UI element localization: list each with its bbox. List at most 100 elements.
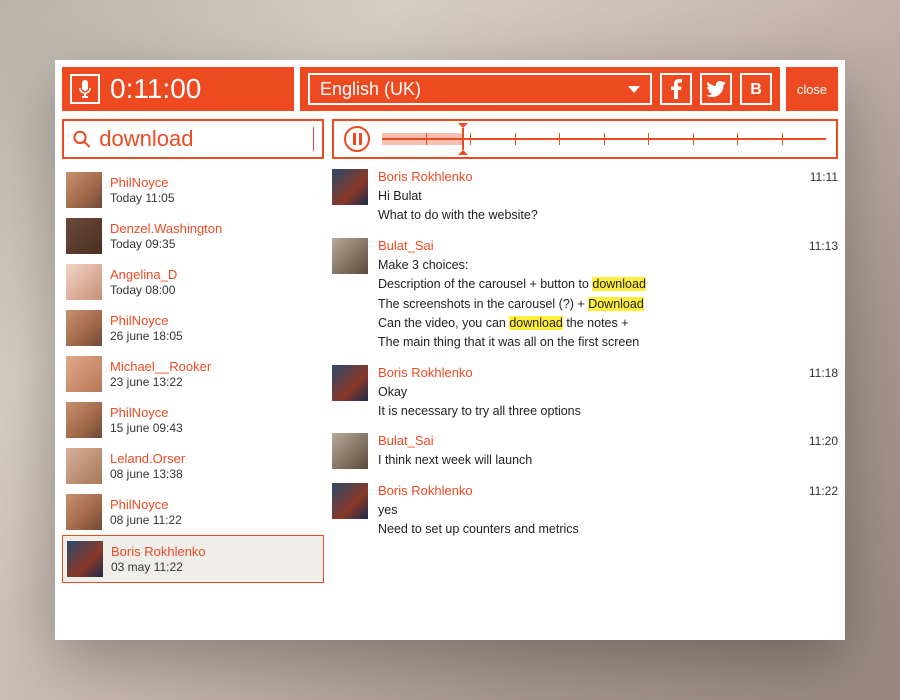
contact-name: PhilNoyce — [110, 497, 182, 513]
svg-text:B: B — [750, 81, 762, 98]
body: PhilNoyceToday 11:05Denzel.WashingtonTod… — [62, 119, 838, 633]
message: Boris Rokhlenko 11:22 yesNeed to set up co… — [332, 483, 838, 540]
message-text: OkayIt is necessary to try all three opt… — [378, 383, 838, 422]
message-text: yesNeed to set up counters and metrics — [378, 501, 838, 540]
contact-name: Boris Rokhlenko — [111, 544, 206, 560]
message-body: Boris Rokhlenko 11:22 yesNeed to set up co… — [378, 483, 838, 540]
contact-info: PhilNoyceToday 11:05 — [110, 175, 175, 205]
contact-item[interactable]: Leland.Orser08 june 13:38 — [62, 443, 324, 489]
message-author: Boris Rokhlenko — [378, 365, 473, 380]
contact-info: PhilNoyce26 june 18:05 — [110, 313, 183, 343]
progress-track[interactable] — [382, 131, 826, 147]
avatar — [66, 494, 102, 530]
contact-time: Today 11:05 — [110, 191, 175, 205]
contact-time: Today 09:35 — [110, 237, 222, 251]
header: 0:11:00 English (UK) B close — [62, 67, 838, 111]
contact-info: Denzel.WashingtonToday 09:35 — [110, 221, 222, 251]
avatar — [66, 402, 102, 438]
message-author: Boris Rokhlenko — [378, 483, 473, 498]
contact-item[interactable]: Boris Rokhlenko03 may 11:22 — [62, 535, 324, 583]
contact-name: Michael__Rooker — [110, 359, 211, 375]
close-button[interactable]: close — [786, 67, 838, 111]
audio-player — [332, 119, 838, 159]
message-header: Boris Rokhlenko 11:22 — [378, 483, 838, 498]
message-body: Boris Rokhlenko11:11 Hi BulatWhat to do w… — [378, 169, 838, 226]
message-author: Bulat_Sai — [378, 433, 434, 448]
contact-info: Angelina_DToday 08:00 — [110, 267, 177, 297]
search-input[interactable] — [99, 126, 311, 152]
contact-name: Leland.Orser — [110, 451, 185, 467]
contact-item[interactable]: PhilNoyce15 june 09:43 — [62, 397, 324, 443]
avatar — [67, 541, 103, 577]
avatar — [66, 172, 102, 208]
pause-icon — [353, 133, 362, 145]
app-window: 0:11:00 English (UK) B close — [55, 60, 845, 640]
chevron-down-icon — [628, 86, 640, 93]
contact-info: PhilNoyce08 june 11:22 — [110, 497, 182, 527]
language-social-block: English (UK) B — [300, 67, 780, 111]
language-select[interactable]: English (UK) — [308, 73, 652, 105]
message-header: Bulat_Sai11:13 — [378, 238, 838, 253]
contact-item[interactable]: Denzel.WashingtonToday 09:35 — [62, 213, 324, 259]
timer-value: 0:11:00 — [110, 73, 201, 105]
message-text: I think next week will launch — [378, 451, 838, 470]
avatar — [66, 310, 102, 346]
contact-info: Boris Rokhlenko03 may 11:22 — [111, 544, 206, 574]
language-selected-label: English (UK) — [320, 79, 421, 100]
avatar — [66, 264, 102, 300]
text-cursor — [313, 127, 314, 151]
contact-time: 26 june 18:05 — [110, 329, 183, 343]
message-header: Boris Rokhlenko 11:18 — [378, 365, 838, 380]
avatar — [332, 169, 368, 205]
message-body: Boris Rokhlenko 11:18 OkayIt is necessary … — [378, 365, 838, 422]
avatar — [66, 448, 102, 484]
message-time: 11:22 — [809, 484, 838, 498]
contact-time: 03 may 11:22 — [111, 560, 206, 574]
message-list: Boris Rokhlenko11:11 Hi BulatWhat to do w… — [332, 169, 838, 633]
contact-name: PhilNoyce — [110, 313, 183, 329]
message: Bulat_Sai 11:20 I think next week will lau… — [332, 433, 838, 470]
microphone-icon[interactable] — [70, 74, 100, 104]
vkontakte-button[interactable]: B — [740, 73, 772, 105]
message: Boris Rokhlenko11:11 Hi BulatWhat to do w… — [332, 169, 838, 226]
message-header: Boris Rokhlenko11:11 — [378, 169, 838, 184]
message-time: 11:18 — [809, 366, 838, 380]
avatar — [66, 356, 102, 392]
track-handle[interactable] — [462, 128, 464, 150]
search-box[interactable] — [62, 119, 324, 159]
contact-info: Michael__Rooker23 june 13:22 — [110, 359, 211, 389]
message-time: 11:20 — [809, 434, 838, 448]
contact-item[interactable]: PhilNoyce26 june 18:05 — [62, 305, 324, 351]
contact-item[interactable]: PhilNoyce08 june 11:22 — [62, 489, 324, 535]
contact-info: Leland.Orser08 june 13:38 — [110, 451, 185, 481]
message: Bulat_Sai11:13 Make 3 choices:Description… — [332, 238, 838, 353]
contact-time: 15 june 09:43 — [110, 421, 183, 435]
message-text: Make 3 choices:Description of the carous… — [378, 256, 838, 353]
contact-name: PhilNoyce — [110, 175, 175, 191]
contact-info: PhilNoyce15 june 09:43 — [110, 405, 183, 435]
message-author: Bulat_Sai — [378, 238, 434, 253]
contact-time: 08 june 11:22 — [110, 513, 182, 527]
pause-button[interactable] — [344, 126, 370, 152]
contact-time: Today 08:00 — [110, 283, 177, 297]
avatar — [332, 238, 368, 274]
sidebar: PhilNoyceToday 11:05Denzel.WashingtonTod… — [62, 119, 324, 633]
facebook-button[interactable] — [660, 73, 692, 105]
message-author: Boris Rokhlenko — [378, 169, 473, 184]
message-text: Hi BulatWhat to do with the website? — [378, 187, 838, 226]
message-body: Bulat_Sai 11:20 I think next week will lau… — [378, 433, 838, 470]
avatar — [66, 218, 102, 254]
main-panel: Boris Rokhlenko11:11 Hi BulatWhat to do w… — [332, 119, 838, 633]
contact-name: Denzel.Washington — [110, 221, 222, 237]
contact-name: PhilNoyce — [110, 405, 183, 421]
contact-item[interactable]: Michael__Rooker23 june 13:22 — [62, 351, 324, 397]
message: Boris Rokhlenko 11:18 OkayIt is necessary … — [332, 365, 838, 422]
contact-list: PhilNoyceToday 11:05Denzel.WashingtonTod… — [62, 167, 324, 633]
avatar — [332, 433, 368, 469]
twitter-button[interactable] — [700, 73, 732, 105]
contact-item[interactable]: Angelina_DToday 08:00 — [62, 259, 324, 305]
close-label: close — [797, 82, 827, 97]
track-fill — [382, 133, 462, 145]
contact-item[interactable]: PhilNoyceToday 11:05 — [62, 167, 324, 213]
message-header: Bulat_Sai 11:20 — [378, 433, 838, 448]
